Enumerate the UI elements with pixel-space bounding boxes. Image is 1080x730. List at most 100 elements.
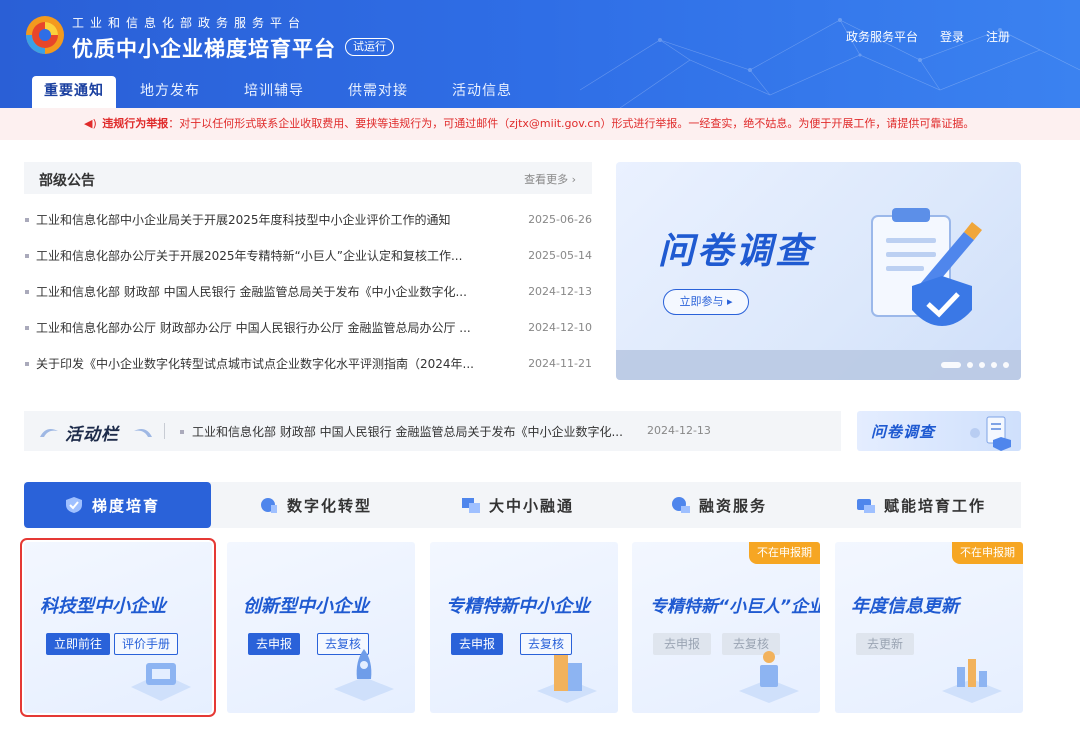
notice-link[interactable]: 关于印发《中小企业数字化转型试点城市试点企业数字化水平评测指南（2024年... <box>36 346 496 382</box>
notice-list: 工业和信息化部中小企业局关于开展2025年度科技型中小企业评价工作的通知 202… <box>24 202 592 382</box>
buildings-illustration-icon <box>537 655 597 703</box>
go-now-button[interactable]: 立即前往 <box>46 633 111 655</box>
chart-illustration-icon <box>942 659 1002 703</box>
update-button-disabled: 去更新 <box>856 633 915 655</box>
money-icon <box>672 497 690 513</box>
site-title: 优质中小企业梯度培育平台 <box>72 37 336 61</box>
bullet-icon <box>180 430 184 434</box>
card-little-giant[interactable]: 不在申报期 专精特新“小巨人”企业 去申报 去复核 <box>632 542 820 713</box>
tab-empowerment-work[interactable]: 赋能培育工作 <box>856 482 986 528</box>
nav-training[interactable]: 培训辅导 <box>224 76 324 108</box>
activity-link[interactable]: 工业和信息化部 财政部 中国人民银行 金融监管总局关于发布《中小企业数字化... <box>192 423 623 440</box>
notice-link[interactable]: 工业和信息化部办公厅 财政部办公厅 中国人民银行办公厅 金融监管总局办公厅 ..… <box>36 310 496 346</box>
notice-header: 部级公告 查看更多 › <box>24 162 592 194</box>
carousel-dot[interactable] <box>941 362 961 368</box>
apply-button[interactable]: 去申报 <box>451 633 504 655</box>
network-icon <box>462 498 480 513</box>
nav-supply-demand[interactable]: 供需对接 <box>328 76 428 108</box>
notice-date: 2024-12-10 <box>528 321 592 334</box>
notice-link[interactable]: 工业和信息化部 财政部 中国人民银行 金融监管总局关于发布《中小企业数字化... <box>36 274 496 310</box>
carousel-dot[interactable] <box>979 362 985 368</box>
activity-bar: 活动栏 工业和信息化部 财政部 中国人民银行 金融监管总局关于发布《中小企业数字… <box>24 411 841 451</box>
main-nav: 重要通知 地方发布 培训辅导 供需对接 活动信息 <box>32 76 536 108</box>
speaker-icon: ◀) <box>84 117 97 130</box>
survey-side-badge[interactable]: 问卷调查 <box>857 411 1021 451</box>
activity-date: 2024-12-13 <box>647 424 711 437</box>
folder-icon <box>857 499 875 513</box>
bullet-icon <box>25 254 29 258</box>
nav-important-notice[interactable]: 重要通知 <box>32 76 116 108</box>
survey-banner[interactable]: 问卷调查 立即参与 ▸ <box>616 162 1021 380</box>
survey-side-title: 问卷调查 <box>871 423 936 441</box>
tab-label: 数字化转型 <box>287 496 373 515</box>
platform-illustration-icon <box>131 663 191 701</box>
notice-link[interactable]: 工业和信息化部办公厅关于开展2025年专精特新“小巨人”企业认定和复核工作... <box>36 238 496 274</box>
list-item: 工业和信息化部中小企业局关于开展2025年度科技型中小企业评价工作的通知 202… <box>24 202 592 238</box>
carousel-dots <box>941 362 1009 368</box>
tab-digital-transform[interactable]: 数字化转型 <box>259 482 372 528</box>
tab-label: 大中小融通 <box>489 496 575 515</box>
rocket-illustration-icon <box>334 649 394 701</box>
bullet-icon <box>25 362 29 366</box>
list-item: 工业和信息化部办公厅 财政部办公厅 中国人民银行办公厅 金融监管总局办公厅 ..… <box>24 310 592 346</box>
survey-clipboard-icon <box>871 208 982 326</box>
tab-label: 梯度培育 <box>92 496 161 515</box>
join-now-button[interactable]: 立即参与 ▸ <box>663 289 749 315</box>
trophy-illustration-icon <box>739 651 799 703</box>
card-specialized-sme[interactable]: 专精特新中小企业 去申报 去复核 <box>430 542 618 713</box>
chart-icon <box>261 498 277 513</box>
network-decoration <box>579 18 1080 108</box>
tab-enterprise-integration[interactable]: 大中小融通 <box>461 482 574 528</box>
card-title: 专精特新“小巨人”企业 <box>650 597 820 617</box>
card-title: 创新型中小企业 <box>243 596 369 617</box>
ribbon-icon <box>134 429 152 437</box>
card-tech-sme[interactable]: 科技型中小企业 立即前往 评价手册 <box>20 538 216 717</box>
alert-text: ：对于以任何形式联系企业收取费用、要挟等违规行为，可通过邮件（zjtx@miit… <box>168 117 975 130</box>
alert-label: 违规行为举报 <box>102 117 169 130</box>
activity-title: 活动栏 <box>65 425 119 445</box>
notice-date: 2025-06-26 <box>528 213 592 226</box>
notice-date: 2024-12-13 <box>528 285 592 298</box>
closed-badge: 不在申报期 <box>952 542 1023 564</box>
view-more-link[interactable]: 查看更多 › <box>524 171 576 187</box>
carousel-dot[interactable] <box>967 362 973 368</box>
divider <box>164 423 165 439</box>
category-tabs: 梯度培育 数字化转型 大中小融通 融资服务 赋能培育工作 <box>24 482 1021 528</box>
clipboard-icon <box>970 416 1011 451</box>
notice-title: 部级公告 <box>39 173 95 189</box>
login-link[interactable]: 登录 <box>940 28 964 45</box>
card-title: 专精特新中小企业 <box>446 596 590 617</box>
register-link[interactable]: 注册 <box>986 28 1010 45</box>
tab-financing[interactable]: 融资服务 <box>671 482 767 528</box>
carousel-dot[interactable] <box>1003 362 1009 368</box>
list-item: 工业和信息化部办公厅关于开展2025年专精特新“小巨人”企业认定和复核工作...… <box>24 238 592 274</box>
card-innovative-sme[interactable]: 创新型中小企业 去申报 去复核 <box>227 542 415 713</box>
carousel-dot[interactable] <box>991 362 997 368</box>
card-title: 科技型中小企业 <box>40 596 166 617</box>
tab-label: 融资服务 <box>699 496 768 515</box>
nav-activity-info[interactable]: 活动信息 <box>432 76 532 108</box>
miit-logo-icon <box>26 16 64 54</box>
apply-button-disabled: 去申报 <box>653 633 712 655</box>
list-item: 关于印发《中小企业数字化转型试点城市试点企业数字化水平评测指南（2024年...… <box>24 346 592 382</box>
nav-local-release[interactable]: 地方发布 <box>120 76 220 108</box>
apply-button[interactable]: 去申报 <box>248 633 301 655</box>
notice-link[interactable]: 工业和信息化部中小企业局关于开展2025年度科技型中小企业评价工作的通知 <box>36 202 496 238</box>
report-alert-bar: ◀) 违规行为举报：对于以任何形式联系企业收取费用、要挟等违规行为，可通过邮件（… <box>0 108 1080 140</box>
tab-gradient-cultivation[interactable]: 梯度培育 <box>24 482 211 528</box>
bullet-icon <box>25 290 29 294</box>
card-annual-update[interactable]: 不在申报期 年度信息更新 去更新 <box>835 542 1023 713</box>
bullet-icon <box>25 218 29 222</box>
beta-badge: 试运行 <box>345 38 394 56</box>
notice-date: 2024-11-21 <box>528 357 592 370</box>
banner-title: 问卷调查 <box>658 231 815 272</box>
list-item: 工业和信息化部 财政部 中国人民银行 金融监管总局关于发布《中小企业数字化...… <box>24 274 592 310</box>
tab-label: 赋能培育工作 <box>884 496 987 515</box>
closed-badge: 不在申报期 <box>749 542 820 564</box>
site-header: 工业和信息化部政务服务平台 优质中小企业梯度培育平台 试运行 政务服务平台 登录… <box>0 0 1080 108</box>
shield-icon <box>66 497 82 513</box>
bullet-icon <box>25 326 29 330</box>
org-name: 工业和信息化部政务服务平台 <box>72 16 307 30</box>
top-links: 政务服务平台 登录 注册 <box>846 28 1010 45</box>
gov-service-link[interactable]: 政务服务平台 <box>846 28 918 45</box>
